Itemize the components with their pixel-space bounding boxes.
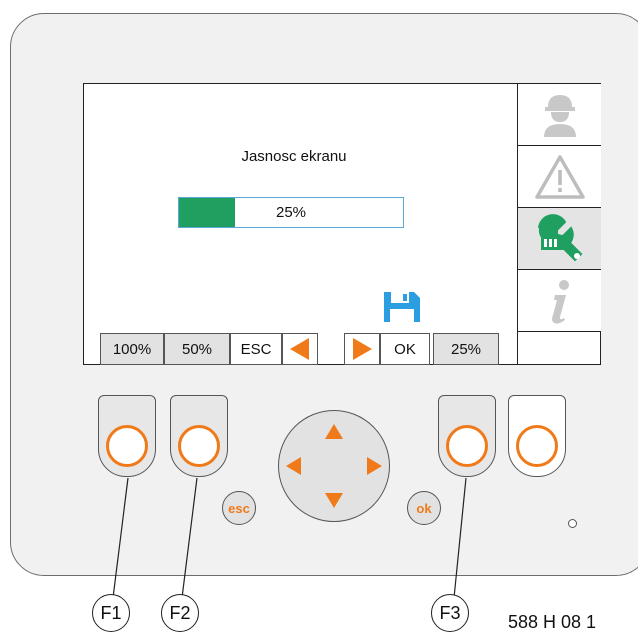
callout-f2: F2 bbox=[161, 594, 199, 632]
callout-f1: F1 bbox=[92, 594, 130, 632]
callout-lines bbox=[112, 477, 467, 599]
callout-f3: F3 bbox=[431, 594, 469, 632]
